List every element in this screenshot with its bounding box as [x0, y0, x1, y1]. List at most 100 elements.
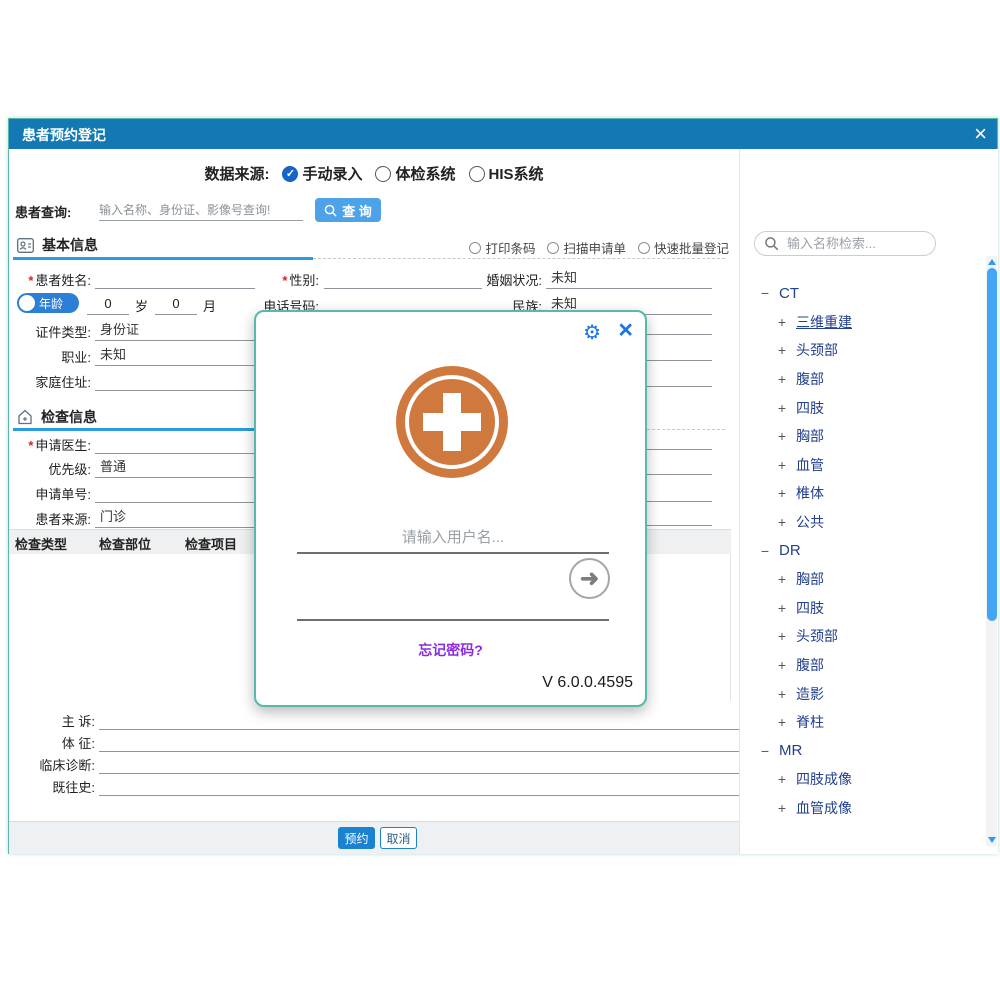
login-username-input[interactable] — [297, 522, 609, 554]
expand-icon[interactable]: + — [775, 342, 789, 358]
tree-item-脊柱[interactable]: +脊柱 — [740, 708, 980, 737]
age-months-input[interactable]: 0 — [155, 293, 197, 315]
expand-icon[interactable]: + — [775, 800, 789, 816]
tree-item-label: CT — [779, 285, 799, 302]
expand-icon[interactable]: + — [775, 371, 789, 387]
tree-item-三维重建[interactable]: + 三维重建 — [740, 308, 980, 337]
patient-registration-dialog: 患者预约登记 × 数据来源: ✓ 手动录入 体检系统 HIS系统 患者查询: 查… — [8, 118, 998, 854]
tree-item-四肢[interactable]: +四肢 — [740, 393, 980, 422]
tree-item-头颈部[interactable]: +头颈部 — [740, 622, 980, 651]
tree-item-胸部[interactable]: + 胸部 — [740, 565, 980, 594]
request-doctor-input[interactable] — [95, 432, 255, 454]
tree-item-DR[interactable]: −DR — [740, 536, 980, 565]
tree-item-腹部[interactable]: + 腹部 — [740, 365, 980, 394]
login-arrow-button[interactable]: ➜ — [569, 558, 610, 599]
scroll-up-icon[interactable] — [988, 259, 996, 265]
home-address-input[interactable] — [95, 369, 255, 391]
expand-icon[interactable]: + — [775, 657, 789, 673]
clinical-diagnosis-input[interactable] — [99, 752, 739, 774]
exam-tree-panel: −CT+三维重建+头颈部+腹部+四肢+胸部+血管+椎体+公共−DR+胸部+四肢+… — [739, 149, 998, 854]
column-exam-item: 检查项目 — [185, 534, 237, 553]
expand-icon[interactable]: + — [775, 571, 789, 587]
cancel-button[interactable]: 取消 — [380, 827, 417, 849]
tree-item-label: 血管 — [796, 455, 824, 475]
age-years-input[interactable]: 0 — [87, 293, 129, 315]
radio-print-barcode[interactable]: 打印条码 — [469, 238, 535, 257]
tree-item-四肢成像[interactable]: + 四肢成像 — [740, 765, 980, 794]
tree-item-四肢[interactable]: +四肢 — [740, 594, 980, 623]
tree-item-label: 椎体 — [796, 483, 824, 503]
basic-info-header: 基本信息 — [17, 235, 98, 255]
chief-complaint-input[interactable] — [99, 708, 739, 730]
registration-mode-options: 打印条码 扫描申请单 快速批量登记 — [469, 238, 729, 257]
age-months-unit: 月 — [203, 296, 216, 315]
login-password-input[interactable] — [297, 589, 609, 621]
tree-scrollbar[interactable] — [986, 256, 997, 846]
past-history-input[interactable] — [99, 774, 739, 796]
tree-item-血管[interactable]: + 血管 — [740, 451, 980, 480]
tree-item-CT[interactable]: −CT — [740, 279, 980, 308]
tree-item-胸部[interactable]: +胸部 — [740, 422, 980, 451]
tree-item-造影[interactable]: +造影 — [740, 679, 980, 708]
patient-name-input[interactable] — [95, 267, 255, 289]
expand-icon[interactable]: + — [775, 600, 789, 616]
collapse-icon[interactable]: − — [758, 743, 772, 759]
signs-input[interactable] — [99, 730, 739, 752]
column-exam-part: 检查部位 — [99, 534, 151, 553]
radio-physical-exam-system[interactable]: 体检系统 — [375, 163, 455, 184]
expand-icon[interactable]: + — [775, 714, 789, 730]
radio-his-system[interactable]: HIS系统 — [469, 163, 544, 184]
scrollbar-thumb[interactable] — [987, 268, 997, 621]
tree-item-label: 三维重建 — [796, 312, 852, 332]
tree-item-MR[interactable]: −MR — [740, 737, 980, 766]
scroll-down-icon[interactable] — [988, 837, 996, 843]
expand-icon[interactable]: + — [775, 400, 789, 416]
order-number-input[interactable] — [95, 481, 255, 503]
popup-close-icon[interactable]: × — [618, 316, 633, 345]
tree-item-腹部[interactable]: + 腹部 — [740, 651, 980, 680]
close-icon[interactable]: × — [974, 120, 987, 148]
expand-icon[interactable]: + — [775, 428, 789, 444]
expand-icon[interactable]: + — [775, 514, 789, 530]
collapse-icon[interactable]: − — [758, 285, 772, 301]
tree-item-公共[interactable]: +公共 — [740, 508, 980, 537]
query-button[interactable]: 查 询 — [315, 198, 381, 222]
settings-gear-icon[interactable]: ⚙ — [583, 320, 601, 345]
forgot-password-link[interactable]: 忘记密码? — [256, 640, 645, 660]
occupation-input[interactable]: 未知 — [95, 344, 255, 366]
tree-item-label: 四肢成像 — [796, 769, 852, 789]
marital-status-input[interactable]: 未知 — [546, 267, 712, 289]
tree-item-血管成像[interactable]: +血管成像 — [740, 794, 980, 823]
expand-icon[interactable]: + — [775, 314, 789, 330]
patient-query-input[interactable] — [99, 199, 303, 221]
exam-info-title: 检查信息 — [41, 407, 97, 427]
priority-input[interactable]: 普通 — [95, 456, 255, 478]
confirm-button[interactable]: 预约 — [338, 827, 375, 849]
login-popup: ⚙ × ➜ 忘记密码? V 6.0.0.4595 — [254, 310, 647, 707]
radio-quick-batch-register[interactable]: 快速批量登记 — [638, 238, 729, 257]
patient-source-input[interactable]: 门诊 — [95, 506, 255, 528]
tree-item-label: DR — [779, 542, 801, 559]
tree-item-椎体[interactable]: + 椎体 — [740, 479, 980, 508]
expand-icon[interactable]: + — [775, 771, 789, 787]
tree-item-label: 腹部 — [796, 369, 824, 389]
tree-item-label: 胸部 — [796, 569, 824, 589]
expand-icon[interactable]: + — [775, 457, 789, 473]
radio-manual-entry[interactable]: ✓ 手动录入 — [282, 163, 362, 184]
radio-scan-request-form[interactable]: 扫描申请单 — [547, 238, 626, 257]
tree-search-input[interactable] — [787, 234, 927, 253]
gender-input[interactable] — [324, 267, 482, 289]
id-card-icon — [17, 238, 34, 253]
collapse-icon[interactable]: − — [758, 543, 772, 559]
tree-item-头颈部[interactable]: +头颈部 — [740, 336, 980, 365]
radio-checked-icon: ✓ — [282, 166, 298, 182]
radio-icon — [547, 242, 559, 254]
id-type-input[interactable]: 身份证 — [95, 319, 255, 341]
tree-item-label: 腹部 — [796, 655, 824, 675]
age-toggle[interactable]: 年龄 — [17, 293, 79, 313]
expand-icon[interactable]: + — [775, 686, 789, 702]
home-icon — [17, 409, 33, 425]
expand-icon[interactable]: + — [775, 628, 789, 644]
expand-icon[interactable]: + — [775, 485, 789, 501]
version-label: V 6.0.0.4595 — [542, 674, 633, 692]
